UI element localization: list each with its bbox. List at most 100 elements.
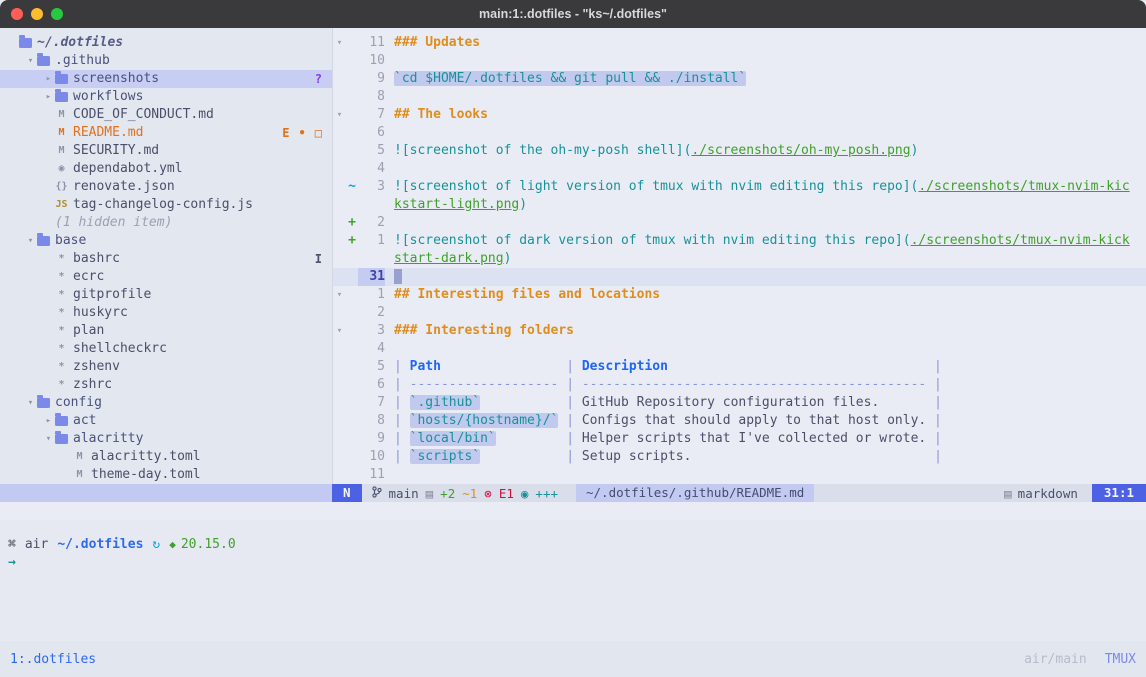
file-icon: M <box>55 106 68 124</box>
editor-line[interactable]: 9| `local/bin` | Helper scripts that I'v… <box>333 430 1146 448</box>
close-button[interactable] <box>11 8 23 20</box>
tree-item-label: CODE_OF_CONDUCT.md <box>73 106 214 124</box>
sign-column <box>346 142 358 160</box>
fold-column <box>333 268 346 286</box>
tree-item-root[interactable]: ~/.dotfiles <box>0 34 332 52</box>
line-number: 4 <box>358 340 385 358</box>
fold-icon[interactable]: ▾ <box>333 106 346 124</box>
line-text: start-dark.png) <box>385 250 1146 268</box>
line-text <box>385 268 1146 286</box>
line-number: 3 <box>358 178 385 196</box>
sign-column <box>346 106 358 124</box>
tree-item-plan[interactable]: *plan <box>0 322 332 340</box>
tree-item-readme-md[interactable]: MREADME.mdE•□ <box>0 124 332 142</box>
editor-line[interactable]: ▾ 7## The looks <box>333 106 1146 124</box>
editor-line[interactable]: +1![screenshot of dark version of tmux w… <box>333 232 1146 250</box>
tree-item-security-md[interactable]: MSECURITY.md <box>0 142 332 160</box>
indent-spacer <box>42 376 55 394</box>
tmux-window-item[interactable]: 1:.dotfiles <box>10 652 96 667</box>
editor-line[interactable]: kstart-light.png) <box>333 196 1146 214</box>
tree-item-label: alacritty <box>73 430 143 448</box>
chevron-down-icon[interactable]: ▾ <box>24 232 37 250</box>
chevron-right-icon[interactable]: ▸ <box>42 412 55 430</box>
tree-item-ecrc[interactable]: *ecrc <box>0 268 332 286</box>
chevron-down-icon[interactable]: ▾ <box>24 394 37 412</box>
editor-line[interactable]: 2 <box>333 304 1146 322</box>
chevron-down-icon[interactable]: ▾ <box>42 430 55 448</box>
line-text: ## The looks <box>385 106 1146 124</box>
chevron-down-icon[interactable]: ▾ <box>24 52 37 70</box>
fold-column <box>333 70 346 88</box>
editor-line[interactable]: start-dark.png) <box>333 250 1146 268</box>
tree-item-theme-day-toml[interactable]: Mtheme-day.toml <box>0 466 332 484</box>
node-icon: ◆ <box>169 536 176 554</box>
fold-icon[interactable]: ▾ <box>333 34 346 52</box>
line-number: 8 <box>358 412 385 430</box>
terminal-pane[interactable]: ⌘ air ~/.dotfiles ↻ ◆ 20.15.0 → <box>0 520 1146 641</box>
editor-line[interactable]: 8 <box>333 88 1146 106</box>
tree-item-hidden-items[interactable]: (1 hidden item) <box>0 214 332 232</box>
tree-item-label: base <box>55 232 86 250</box>
prompt-arrow-icon: → <box>8 554 16 572</box>
editor-line[interactable]: 7| `.github` | GitHub Repository configu… <box>333 394 1146 412</box>
neotree-panel[interactable]: ~/.dotfiles▾.github▸screenshots?▸workflo… <box>0 28 332 484</box>
tree-item-tag-changelog-config-js[interactable]: JStag-changelog-config.js <box>0 196 332 214</box>
tree-item-alacritty[interactable]: ▾ alacritty <box>0 430 332 448</box>
editor-line[interactable]: 4 <box>333 340 1146 358</box>
editor-line[interactable]: 4 <box>333 160 1146 178</box>
tree-item-dependabot-yml[interactable]: ◉dependabot.yml <box>0 160 332 178</box>
fold-icon[interactable]: ▾ <box>333 322 346 340</box>
tree-item-zshenv[interactable]: *zshenv <box>0 358 332 376</box>
editor-line[interactable]: 5![screenshot of the oh-my-posh shell](.… <box>333 142 1146 160</box>
zoom-button[interactable] <box>51 8 63 20</box>
editor-line[interactable]: 10 <box>333 52 1146 70</box>
tree-item-badges: ? <box>315 70 332 88</box>
sign-column <box>346 412 358 430</box>
tree-item-github[interactable]: ▾.github <box>0 52 332 70</box>
editor-line[interactable]: 5| Path | Description | <box>333 358 1146 376</box>
tree-item-config[interactable]: ▾config <box>0 394 332 412</box>
chevron-right-icon[interactable]: ▸ <box>42 88 55 106</box>
editor-line[interactable]: +2 <box>333 214 1146 232</box>
fold-icon[interactable]: ▾ <box>333 286 346 304</box>
editor-line[interactable]: 31 <box>333 268 1146 286</box>
statusline-git-section: main ▤ +2 ~1 ⊗ E1 ◉ +++ <box>362 486 568 501</box>
editor-panel[interactable]: ▾ 11### Updates 10 9`cd $HOME/.dotfiles … <box>332 28 1146 484</box>
tree-item-base[interactable]: ▾ base <box>0 232 332 250</box>
file-icon: * <box>55 376 68 394</box>
tree-item-zshrc[interactable]: *zshrc <box>0 376 332 394</box>
tree-item-huskyrc[interactable]: *huskyrc <box>0 304 332 322</box>
fold-column <box>333 448 346 466</box>
chevron-right-icon[interactable]: ▸ <box>42 70 55 88</box>
folder-icon <box>55 416 68 426</box>
tree-item-bashrc[interactable]: *bashrcI <box>0 250 332 268</box>
tree-item-label: SECURITY.md <box>73 142 159 160</box>
shell-input-line[interactable]: → <box>8 554 1146 572</box>
tree-item-act[interactable]: ▸act <box>0 412 332 430</box>
tree-item-renovate-json[interactable]: {}renovate.json <box>0 178 332 196</box>
tree-item-workflows[interactable]: ▸workflows <box>0 88 332 106</box>
editor-line[interactable]: ~3![screenshot of light version of tmux … <box>333 178 1146 196</box>
editor-line[interactable]: 11 <box>333 466 1146 484</box>
tree-item-shellcheckrc[interactable]: *shellcheckrc <box>0 340 332 358</box>
tree-item-alacritty-toml[interactable]: Malacritty.toml <box>0 448 332 466</box>
editor-line[interactable]: ▾ 3### Interesting folders <box>333 322 1146 340</box>
editor-line[interactable]: 8| `hosts/{hostname}/` | Configs that sh… <box>333 412 1146 430</box>
editor-line[interactable]: 9`cd $HOME/.dotfiles && git pull && ./in… <box>333 70 1146 88</box>
fold-column <box>333 88 346 106</box>
editor-line[interactable]: 6 <box>333 124 1146 142</box>
git-modified-badge: □ <box>315 124 322 142</box>
line-number: 8 <box>358 88 385 106</box>
editor-line[interactable]: ▾ 1## Interesting files and locations <box>333 286 1146 304</box>
tree-item-screenshots[interactable]: ▸screenshots? <box>0 70 332 88</box>
tree-item-code-of-conduct-md[interactable]: M CODE_OF_CONDUCT.md <box>0 106 332 124</box>
editor-line[interactable]: 6| ------------------- | ---------------… <box>333 376 1146 394</box>
indent-spacer <box>42 250 55 268</box>
line-text <box>385 160 1146 178</box>
editor-line[interactable]: 10| `scripts` | Setup scripts. | <box>333 448 1146 466</box>
minimize-button[interactable] <box>31 8 43 20</box>
editor-line[interactable]: ▾ 11### Updates <box>333 34 1146 52</box>
filetype-label: markdown <box>1018 486 1078 501</box>
tree-item-gitprofile[interactable]: *gitprofile <box>0 286 332 304</box>
indent-spacer <box>42 196 55 214</box>
